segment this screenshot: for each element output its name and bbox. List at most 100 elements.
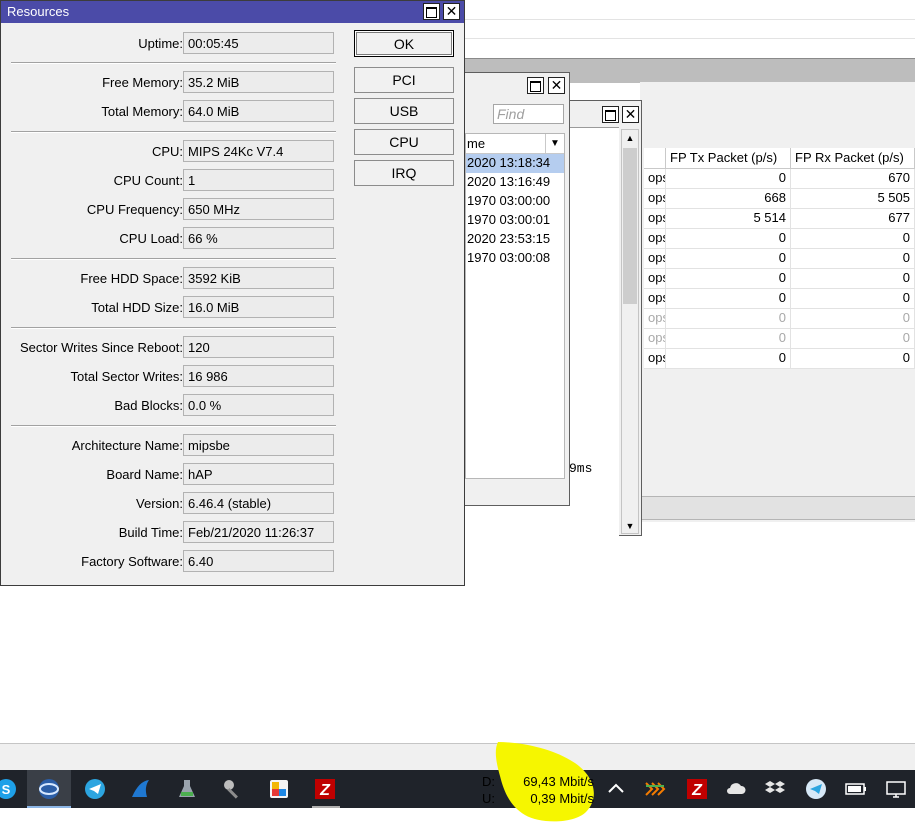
close-icon[interactable]: ✕ <box>622 106 639 123</box>
close-icon[interactable]: ✕ <box>548 77 565 94</box>
vertical-scrollbar[interactable]: ▲ ▼ <box>621 129 639 534</box>
history-row[interactable]: 2020 23:53:15 <box>466 230 564 249</box>
resource-field-value[interactable]: 0.0 % <box>183 394 334 416</box>
resource-field-row: Total Memory: 64.0 MiB <box>1 100 341 122</box>
column-header[interactable] <box>644 148 666 168</box>
resource-field-value[interactable]: 6.46.4 (stable) <box>183 492 334 514</box>
usb-button[interactable]: USB <box>354 98 454 124</box>
find-input[interactable] <box>494 105 566 123</box>
resource-field-value[interactable]: MIPS 24Kc V7.4 <box>183 140 334 162</box>
maximize-icon[interactable] <box>527 77 544 94</box>
svg-text:Z: Z <box>691 782 703 799</box>
table-row[interactable]: ops00 <box>644 269 915 289</box>
battery-icon[interactable] <box>844 777 868 801</box>
history-row[interactable]: 2020 13:16:49 <box>466 173 564 192</box>
paint-icon[interactable] <box>267 777 291 801</box>
resource-field-value[interactable]: 6.40 <box>183 550 334 572</box>
history-list[interactable]: me ▼ 2020 13:18:34 2020 13:16:49 1970 03:0… <box>465 133 565 479</box>
tx-packet-cell: 0 <box>666 329 791 348</box>
cpu-button[interactable]: CPU <box>354 129 454 155</box>
resource-field-value[interactable]: 3592 KiB <box>183 267 334 289</box>
resource-field-value[interactable]: 16.0 MiB <box>183 296 334 318</box>
resource-field-value[interactable]: hAP <box>183 463 334 485</box>
resource-field-value[interactable]: 64.0 MiB <box>183 100 334 122</box>
resource-field-label: CPU Load: <box>119 231 183 246</box>
table-row[interactable]: ops00 <box>644 329 915 349</box>
table-row[interactable]: ops0670 <box>644 169 915 189</box>
section-separator <box>11 62 336 64</box>
resource-field-row: Free HDD Space: 3592 KiB <box>1 267 341 289</box>
resource-field-value[interactable]: 66 % <box>183 227 334 249</box>
maximize-icon[interactable] <box>602 106 619 123</box>
rate-cell: ops <box>644 189 666 208</box>
resource-field-value[interactable]: 00:05:45 <box>183 32 334 54</box>
history-column-header[interactable]: me ▼ <box>466 134 564 154</box>
tx-packet-cell: 0 <box>666 169 791 188</box>
tools-icon[interactable] <box>221 777 245 801</box>
rate-cell: ops <box>644 249 666 268</box>
rate-cell: ops <box>644 309 666 328</box>
history-row[interactable]: 2020 13:18:34 <box>466 154 564 173</box>
upload-rate: 0,39 Mbit/s <box>530 791 594 806</box>
table-row[interactable]: ops5 514677 <box>644 209 915 229</box>
table-row[interactable]: ops00 <box>644 309 915 329</box>
resource-field-label: Total Memory: <box>101 104 183 119</box>
rx-packet-cell: 0 <box>791 229 915 248</box>
column-header-rx-packet[interactable]: FP Rx Packet (p/s) <box>791 148 915 168</box>
shark-icon[interactable] <box>129 777 153 801</box>
rate-cell: ops <box>644 229 666 248</box>
chevron-up-icon[interactable] <box>604 777 628 801</box>
rx-packet-cell: 677 <box>791 209 915 228</box>
dropbox-icon[interactable] <box>763 777 787 801</box>
telegram-icon[interactable] <box>83 777 107 801</box>
rx-packet-cell: 0 <box>791 309 915 328</box>
traffic-table: FP Tx Packet (p/s) FP Rx Packet (p/s) op… <box>644 148 915 369</box>
rate-cell: ops <box>644 269 666 288</box>
tray-app-icon[interactable] <box>643 777 667 801</box>
table-row[interactable]: ops00 <box>644 289 915 309</box>
history-window[interactable]: ✕ me ▼ 2020 13:18:342020 13:16:491970 03… <box>464 72 570 506</box>
table-row[interactable]: ops00 <box>644 349 915 369</box>
rx-packet-cell: 0 <box>791 329 915 348</box>
cloud-icon[interactable] <box>724 777 748 801</box>
scrollbar-thumb[interactable] <box>623 148 637 304</box>
resource-field-value[interactable]: 650 MHz <box>183 198 334 220</box>
rx-packet-cell: 0 <box>791 289 915 308</box>
table-row[interactable]: ops6685 505 <box>644 189 915 209</box>
resource-field-label: Uptime: <box>138 36 183 51</box>
skype-icon[interactable]: S <box>0 777 18 801</box>
irq-button[interactable]: IRQ <box>354 160 454 186</box>
telegram-tray-icon[interactable] <box>804 777 828 801</box>
resource-field-value[interactable]: 1 <box>183 169 334 191</box>
history-row[interactable]: 1970 03:00:01 <box>466 211 564 230</box>
history-row[interactable]: 1970 03:00:08 <box>466 249 564 268</box>
table-row[interactable]: ops00 <box>644 249 915 269</box>
resource-field-value[interactable]: 35.2 MiB <box>183 71 334 93</box>
resource-field-row: CPU Count: 1 <box>1 169 341 191</box>
title-bar[interactable]: Resources ✕ <box>1 1 464 23</box>
scroll-down-icon[interactable]: ▼ <box>622 518 638 534</box>
filezilla-tray-icon[interactable]: Z <box>685 777 709 801</box>
resource-field-label: Architecture Name: <box>71 438 183 453</box>
resource-field-value[interactable]: mipsbe <box>183 434 334 456</box>
close-icon[interactable]: ✕ <box>443 3 460 20</box>
display-icon[interactable] <box>884 777 908 801</box>
history-row[interactable]: 1970 03:00:00 <box>466 192 564 211</box>
resources-window[interactable]: Resources ✕ Uptime: 00:05:45 Free Memory: 3… <box>0 0 465 586</box>
resource-field-value[interactable]: Feb/21/2020 11:26:37 <box>183 521 334 543</box>
column-dropdown-icon[interactable]: ▼ <box>545 134 564 153</box>
resource-field-value[interactable]: 16 986 <box>183 365 334 387</box>
ok-button[interactable]: OK <box>354 30 454 57</box>
filezilla-icon[interactable]: Z <box>313 777 337 801</box>
pci-button[interactable]: PCI <box>354 67 454 93</box>
find-field[interactable] <box>493 104 566 124</box>
resource-field-row: Sector Writes Since Reboot: 120 <box>1 336 341 358</box>
maximize-icon[interactable] <box>423 3 440 20</box>
table-row[interactable]: ops00 <box>644 229 915 249</box>
browser-icon[interactable] <box>37 777 61 801</box>
resource-field-row: Version: 6.46.4 (stable) <box>1 492 341 514</box>
resource-field-value[interactable]: 120 <box>183 336 334 358</box>
flask-icon[interactable] <box>175 777 199 801</box>
scroll-up-icon[interactable]: ▲ <box>622 130 638 146</box>
column-header-tx-packet[interactable]: FP Tx Packet (p/s) <box>666 148 791 168</box>
